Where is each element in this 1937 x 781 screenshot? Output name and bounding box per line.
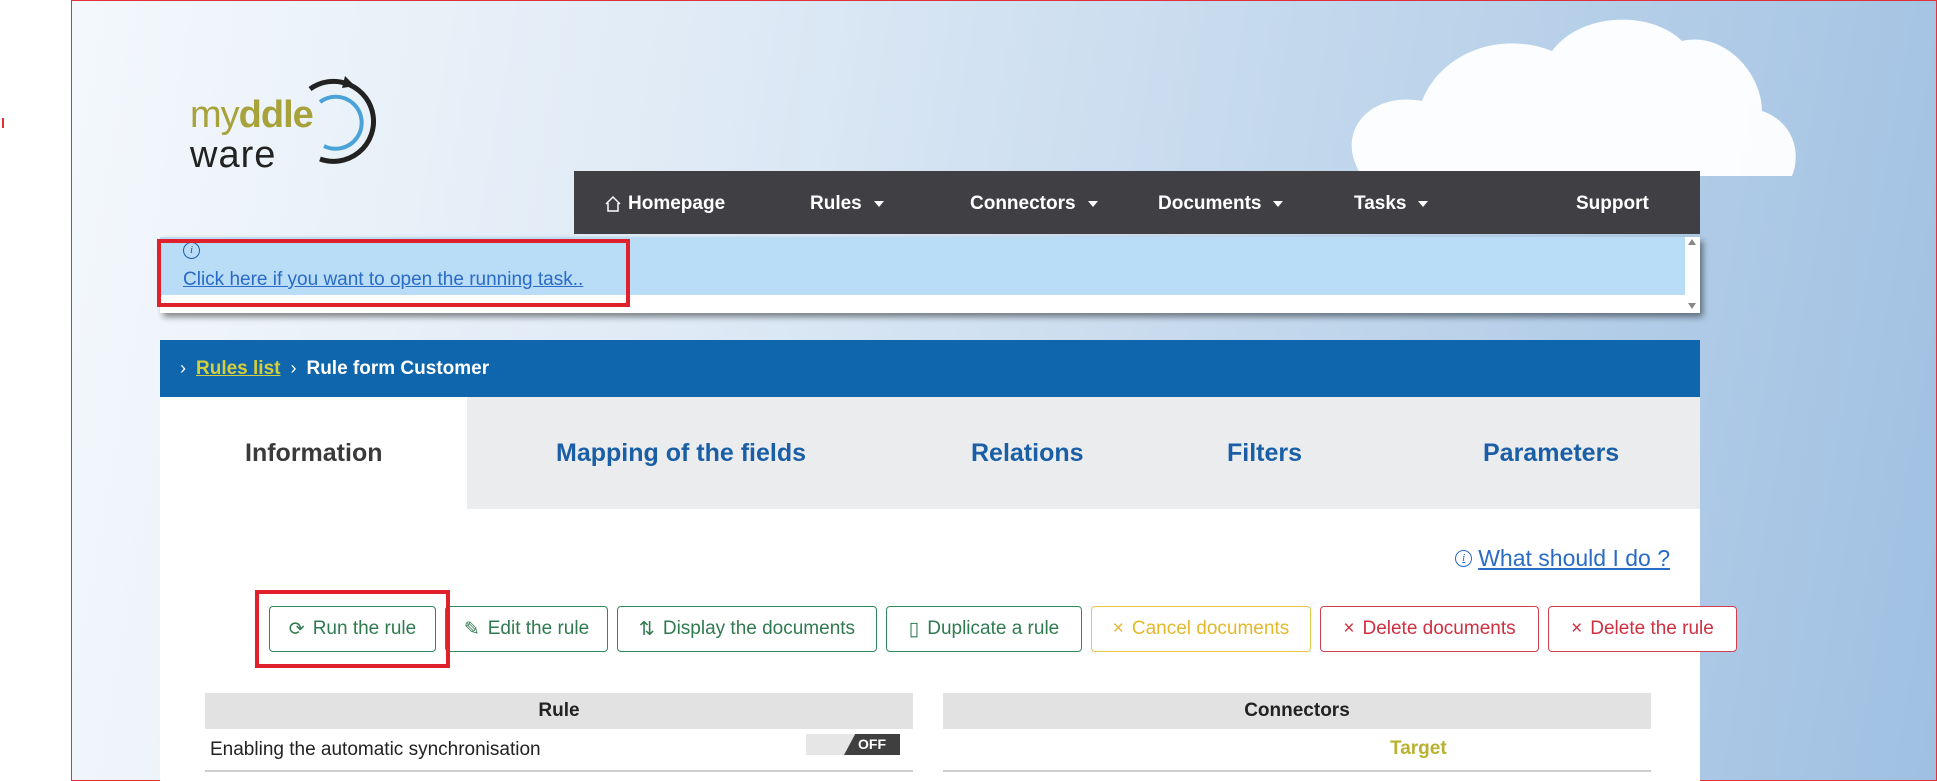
close-icon: × xyxy=(1571,618,1583,639)
breadcrumb-rules-list[interactable]: Rules list xyxy=(196,358,280,380)
delete-documents-button[interactable]: × Delete documents xyxy=(1320,606,1539,652)
highlight-box-notice xyxy=(157,239,630,307)
breadcrumb-current: Rule form Customer xyxy=(306,357,490,379)
cancel-documents-button[interactable]: × Cancel documents xyxy=(1091,606,1311,652)
tab-parameters[interactable]: Parameters xyxy=(1483,439,1619,468)
nav-rules-label: Rules xyxy=(810,193,862,214)
highlight-box-run-rule xyxy=(255,590,450,668)
chevron-right-icon: › xyxy=(180,358,186,378)
auto-sync-label: Enabling the automatic synchronisation xyxy=(210,739,541,760)
tab-relations[interactable]: Relations xyxy=(971,439,1084,468)
cloud-decoration xyxy=(1351,19,1796,176)
edit-icon: ✎ xyxy=(463,618,480,640)
chevron-down-icon xyxy=(1418,201,1429,207)
nav-support[interactable]: Support xyxy=(1576,193,1649,215)
logo-text-ddle: ddle xyxy=(238,94,314,136)
chevron-down-icon xyxy=(1273,201,1284,207)
close-icon: × xyxy=(1343,618,1355,639)
help-link-label: What should I do ? xyxy=(1478,545,1670,571)
nav-homepage[interactable]: Homepage xyxy=(604,193,725,215)
nav-rules[interactable]: Rules xyxy=(810,193,884,215)
scroll-up-icon[interactable] xyxy=(1688,239,1696,245)
chevron-down-icon xyxy=(873,201,884,207)
tab-filters[interactable]: Filters xyxy=(1227,439,1302,468)
main-navbar: Homepage Rules Connectors Documents Task… xyxy=(574,171,1700,234)
logo-text-ware: ware xyxy=(190,134,277,176)
connector-target-label: Target xyxy=(1390,738,1447,759)
chevron-right-icon: › xyxy=(290,358,297,378)
tab-information[interactable]: Information xyxy=(245,439,383,468)
rule-table-header: Rule xyxy=(205,693,913,729)
auto-sync-toggle[interactable]: OFF xyxy=(806,734,900,755)
nav-tasks[interactable]: Tasks xyxy=(1354,193,1429,215)
nav-documents[interactable]: Documents xyxy=(1158,193,1284,215)
nav-tasks-label: Tasks xyxy=(1354,193,1407,214)
tab-mapping[interactable]: Mapping of the fields xyxy=(556,439,806,468)
nav-connectors-label: Connectors xyxy=(970,193,1076,214)
duplicate-rule-button[interactable]: ▯ Duplicate a rule xyxy=(886,606,1082,652)
info-icon: i xyxy=(1455,550,1473,567)
page-edge-mark xyxy=(0,118,4,128)
home-icon xyxy=(605,195,621,212)
row-divider xyxy=(205,770,913,772)
logo-text-my: my xyxy=(190,94,240,136)
nav-connectors[interactable]: Connectors xyxy=(970,193,1098,215)
scroll-down-icon[interactable] xyxy=(1688,303,1696,309)
chevron-down-icon xyxy=(1087,201,1098,207)
help-link[interactable]: i What should I do ? xyxy=(1455,545,1670,572)
row-divider xyxy=(943,770,1651,772)
clipboard-icon: ▯ xyxy=(908,618,920,640)
close-icon: × xyxy=(1112,618,1124,639)
sort-arrows-icon: ⇅ xyxy=(638,618,655,640)
display-documents-button[interactable]: ⇅ Display the documents xyxy=(617,606,877,652)
toggle-state: OFF xyxy=(844,734,900,755)
edit-rule-button[interactable]: ✎ Edit the rule xyxy=(445,606,608,652)
nav-support-label: Support xyxy=(1576,193,1649,214)
nav-homepage-label: Homepage xyxy=(628,193,726,214)
nav-documents-label: Documents xyxy=(1158,193,1262,214)
breadcrumb: › Rules list › Rule form Customer xyxy=(160,340,1700,397)
myddleware-logo: myddle ware xyxy=(190,74,390,176)
delete-rule-button[interactable]: × Delete the rule xyxy=(1548,606,1737,652)
rule-tabs: Information Mapping of the fields Relati… xyxy=(160,397,1700,509)
connectors-table-header: Connectors xyxy=(943,693,1651,729)
